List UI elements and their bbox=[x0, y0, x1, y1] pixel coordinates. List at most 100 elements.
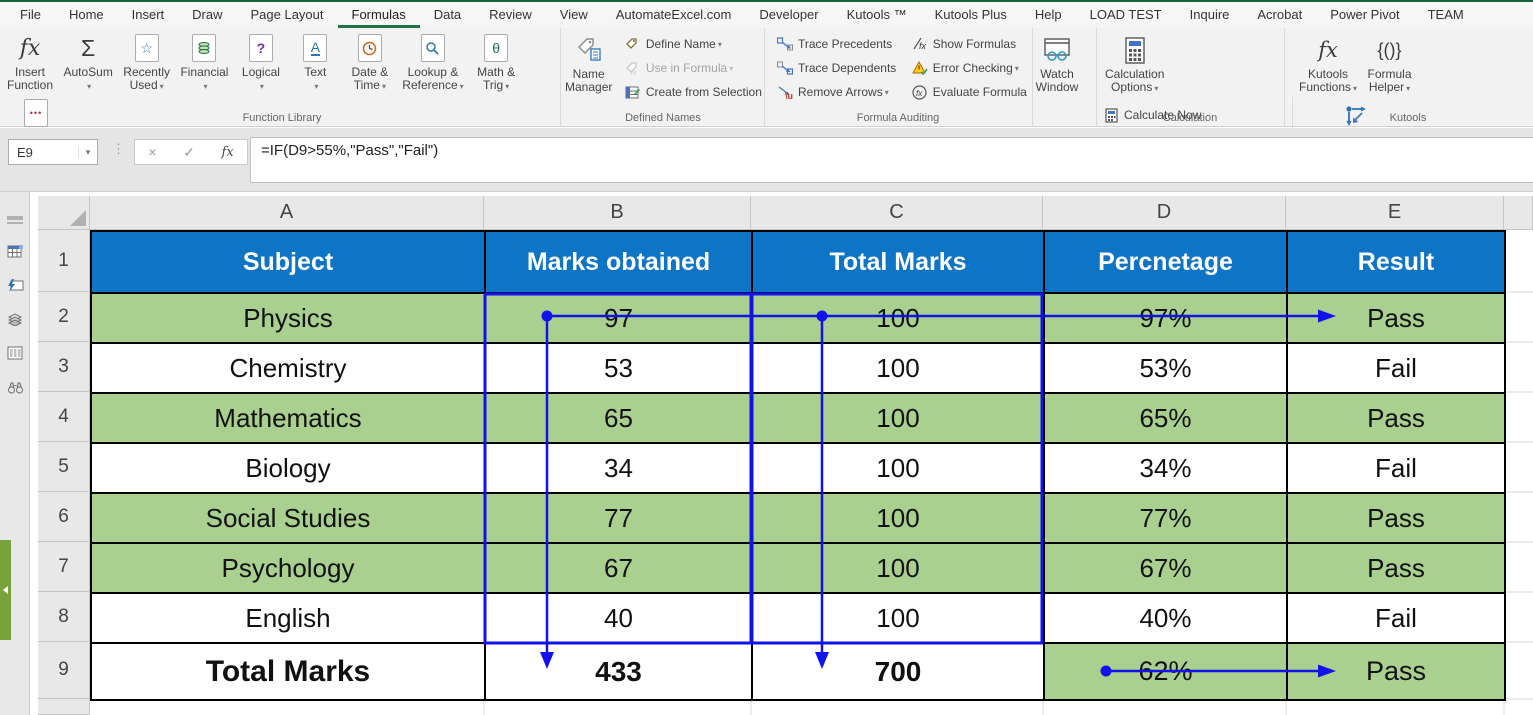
cell-B7[interactable]: 67 bbox=[486, 544, 753, 594]
tab-formulas[interactable]: Formulas bbox=[338, 3, 420, 28]
column-header-C[interactable]: C bbox=[751, 196, 1043, 230]
evaluate-formula-button[interactable]: fx Evaluate Formula bbox=[907, 80, 1027, 104]
tab-automateexcel-com[interactable]: AutomateExcel.com bbox=[602, 3, 746, 28]
layers-icon[interactable] bbox=[0, 302, 30, 336]
cell-E5[interactable]: Fail bbox=[1288, 444, 1506, 494]
tab-insert[interactable]: Insert bbox=[118, 3, 179, 28]
insert-function-fx-button[interactable]: fx bbox=[222, 145, 234, 160]
cell-C8[interactable]: 100 bbox=[753, 594, 1045, 644]
cell-E1[interactable]: Result bbox=[1288, 232, 1506, 294]
column-header-E[interactable]: E bbox=[1286, 196, 1504, 230]
row-header-5[interactable]: 5 bbox=[38, 442, 90, 492]
trace-dependents-button[interactable]: Trace Dependents bbox=[772, 56, 896, 80]
kutools-pane-toggle[interactable] bbox=[0, 540, 11, 640]
cell-D5[interactable]: 34% bbox=[1045, 444, 1288, 494]
columns-icon[interactable] bbox=[0, 336, 30, 370]
row-header-2[interactable]: 2 bbox=[38, 292, 90, 342]
cell-B6[interactable]: 77 bbox=[486, 494, 753, 544]
binoculars-icon[interactable] bbox=[0, 370, 30, 404]
cell-A1[interactable]: Subject bbox=[92, 232, 486, 294]
tab-view[interactable]: View bbox=[546, 3, 602, 28]
tab-developer[interactable]: Developer bbox=[745, 3, 832, 28]
tab-power-pivot[interactable]: Power Pivot bbox=[1316, 3, 1413, 28]
cell-C5[interactable]: 100 bbox=[753, 444, 1045, 494]
tab-draw[interactable]: Draw bbox=[178, 3, 236, 28]
cell-D9[interactable]: 62% bbox=[1045, 644, 1288, 701]
error-checking-button[interactable]: Error Checking▾ bbox=[907, 56, 1027, 80]
cell-A3[interactable]: Chemistry bbox=[92, 344, 486, 394]
cell-E7[interactable]: Pass bbox=[1288, 544, 1506, 594]
workbook-pane-icon[interactable] bbox=[0, 234, 30, 268]
tab-team[interactable]: TEAM bbox=[1414, 3, 1478, 28]
cell-A9[interactable]: Total Marks bbox=[92, 644, 486, 701]
cell-E8[interactable]: Fail bbox=[1288, 594, 1506, 644]
logical-button[interactable]: ? Logical ▾ bbox=[236, 28, 286, 93]
formula-helper-button[interactable]: {()} Formula Helper▾ bbox=[1365, 30, 1415, 95]
remove-arrows-button[interactable]: \u00d7 Remove Arrows▾ bbox=[772, 80, 896, 104]
autosum-button[interactable]: Σ AutoSum ▾ bbox=[60, 28, 115, 93]
enter-button[interactable]: ✓ bbox=[183, 144, 195, 161]
cell-C4[interactable]: 100 bbox=[753, 394, 1045, 444]
define-name-button[interactable]: Define Name▾ bbox=[620, 32, 762, 56]
show-formulas-button[interactable]: fx Show Formulas bbox=[907, 32, 1027, 56]
text-button[interactable]: A Text ▾ bbox=[290, 28, 340, 93]
cell-E4[interactable]: Pass bbox=[1288, 394, 1506, 444]
row-header-3[interactable]: 3 bbox=[38, 342, 90, 392]
tab-review[interactable]: Review bbox=[475, 3, 546, 28]
date-time-button[interactable]: Date & Time▾ bbox=[345, 28, 395, 93]
cell-A8[interactable]: English bbox=[92, 594, 486, 644]
name-manager-button[interactable]: Name Manager bbox=[562, 30, 615, 94]
insert-function-button[interactable]: fx Insert Function bbox=[4, 28, 56, 92]
cell-B1[interactable]: Marks obtained bbox=[486, 232, 753, 294]
column-header-A[interactable]: A bbox=[90, 196, 484, 230]
name-box[interactable]: E9 ▾ bbox=[8, 139, 98, 165]
tab-kutools[interactable]: Kutools ™ bbox=[833, 3, 921, 28]
column-header-B[interactable]: B bbox=[484, 196, 751, 230]
cell-C7[interactable]: 100 bbox=[753, 544, 1045, 594]
calculation-options-button[interactable]: Calculation Options▾ bbox=[1102, 30, 1167, 95]
tab-page-layout[interactable]: Page Layout bbox=[237, 3, 338, 28]
row-header-8[interactable]: 8 bbox=[38, 592, 90, 642]
cell-E2[interactable]: Pass bbox=[1288, 294, 1506, 344]
row-header-4[interactable]: 4 bbox=[38, 392, 90, 442]
cell-C9[interactable]: 700 bbox=[753, 644, 1045, 701]
cell-C6[interactable]: 100 bbox=[753, 494, 1045, 544]
cell-A2[interactable]: Physics bbox=[92, 294, 486, 344]
cell-E3[interactable]: Fail bbox=[1288, 344, 1506, 394]
financial-button[interactable]: Financial ▾ bbox=[177, 28, 231, 93]
select-all-button[interactable] bbox=[38, 196, 90, 230]
watch-window-button[interactable]: Watch Window bbox=[1032, 30, 1082, 94]
use-in-formula-button[interactable]: fx Use in Formula▾ bbox=[620, 56, 762, 80]
tab-inquire[interactable]: Inquire bbox=[1176, 3, 1244, 28]
cell-D8[interactable]: 40% bbox=[1045, 594, 1288, 644]
row-header-10-partial[interactable] bbox=[38, 699, 90, 715]
name-box-dropdown-icon[interactable]: ▾ bbox=[78, 147, 97, 158]
math-trig-button[interactable]: θ Math & Trig▾ bbox=[471, 28, 521, 93]
cell-B4[interactable]: 65 bbox=[486, 394, 753, 444]
cell-C3[interactable]: 100 bbox=[753, 344, 1045, 394]
cell-D3[interactable]: 53% bbox=[1045, 344, 1288, 394]
cell-A4[interactable]: Mathematics bbox=[92, 394, 486, 444]
row-header-7[interactable]: 7 bbox=[38, 542, 90, 592]
tab-kutools-plus[interactable]: Kutools Plus bbox=[921, 3, 1021, 28]
flash-pane-icon[interactable] bbox=[0, 268, 30, 302]
cell-A6[interactable]: Social Studies bbox=[92, 494, 486, 544]
row-header-6[interactable]: 6 bbox=[38, 492, 90, 542]
cell-D7[interactable]: 67% bbox=[1045, 544, 1288, 594]
trace-precedents-button[interactable]: Trace Precedents bbox=[772, 32, 896, 56]
row-header-1[interactable]: 1 bbox=[38, 230, 90, 292]
cell-A5[interactable]: Biology bbox=[92, 444, 486, 494]
formula-input[interactable]: =IF(D9>55%,"Pass","Fail") bbox=[250, 137, 1533, 183]
tab-file[interactable]: File bbox=[6, 3, 55, 28]
cell-C2[interactable]: 100 bbox=[753, 294, 1045, 344]
cell-B3[interactable]: 53 bbox=[486, 344, 753, 394]
tab-load-test[interactable]: LOAD TEST bbox=[1076, 3, 1176, 28]
cell-C1[interactable]: Total Marks bbox=[753, 232, 1045, 294]
cancel-button[interactable]: × bbox=[148, 144, 156, 160]
pane-grabber[interactable] bbox=[0, 200, 30, 234]
row-header-9[interactable]: 9 bbox=[38, 642, 90, 699]
column-header-D[interactable]: D bbox=[1043, 196, 1286, 230]
cell-D6[interactable]: 77% bbox=[1045, 494, 1288, 544]
cell-B9[interactable]: 433 bbox=[486, 644, 753, 701]
create-from-selection-button[interactable]: Create from Selection bbox=[620, 80, 762, 104]
